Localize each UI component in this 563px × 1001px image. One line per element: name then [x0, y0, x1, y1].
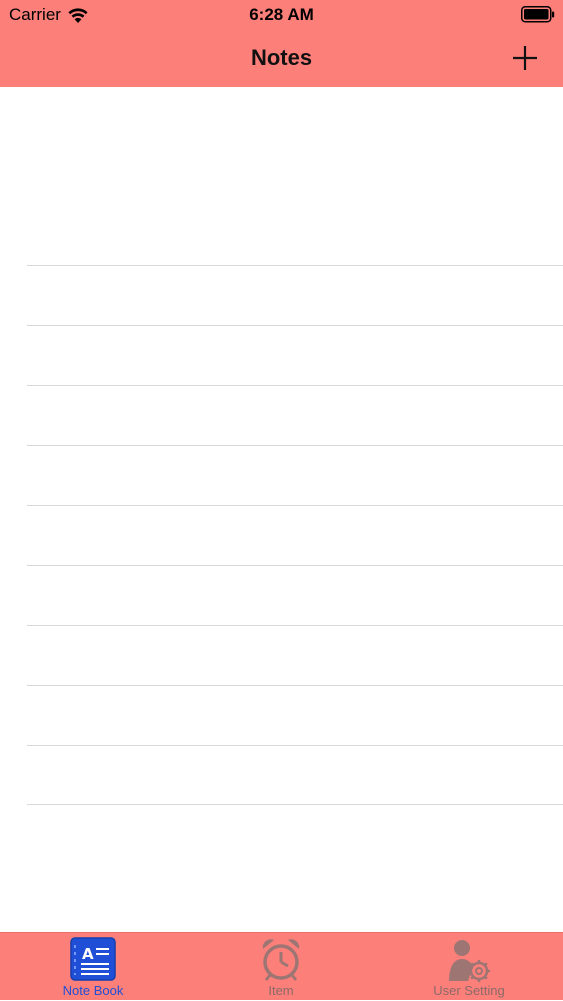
row-separator	[27, 385, 563, 386]
add-note-button[interactable]	[505, 38, 545, 78]
tab-item[interactable]: Item	[225, 933, 337, 1001]
user-settings-icon	[446, 937, 492, 988]
status-time: 6:28 AM	[249, 5, 314, 24]
row-separator	[27, 265, 563, 266]
notebook-icon: A	[70, 937, 116, 986]
header: Carrier 6:28 AM Notes	[0, 0, 563, 87]
row-separator	[27, 745, 563, 746]
notes-list[interactable]	[0, 87, 563, 932]
svg-text:A: A	[82, 945, 94, 963]
navigation-bar: Notes	[0, 30, 563, 87]
tab-user-setting[interactable]: User Setting	[413, 933, 525, 1001]
status-bar: Carrier 6:28 AM	[0, 0, 563, 30]
row-separator	[27, 445, 563, 446]
tab-note-book[interactable]: A Note Book	[37, 933, 149, 1001]
row-separator	[27, 505, 563, 506]
row-separator	[27, 625, 563, 626]
tab-bar: A Note Book Item User Setting	[0, 932, 563, 1000]
tab-label: User Setting	[433, 983, 505, 998]
alarm-clock-icon	[259, 937, 303, 988]
page-title: Notes	[250, 45, 313, 70]
notes-app: Carrier 6:28 AM Notes A Note Book Item U…	[0, 0, 563, 1000]
row-separator	[27, 565, 563, 566]
tab-label: Note Book	[62, 983, 124, 998]
tab-label: Item	[268, 983, 294, 998]
plus-icon	[513, 46, 537, 70]
battery-icon	[521, 6, 555, 23]
row-separator	[27, 325, 563, 326]
row-separator	[27, 685, 563, 686]
row-separator	[27, 804, 563, 805]
